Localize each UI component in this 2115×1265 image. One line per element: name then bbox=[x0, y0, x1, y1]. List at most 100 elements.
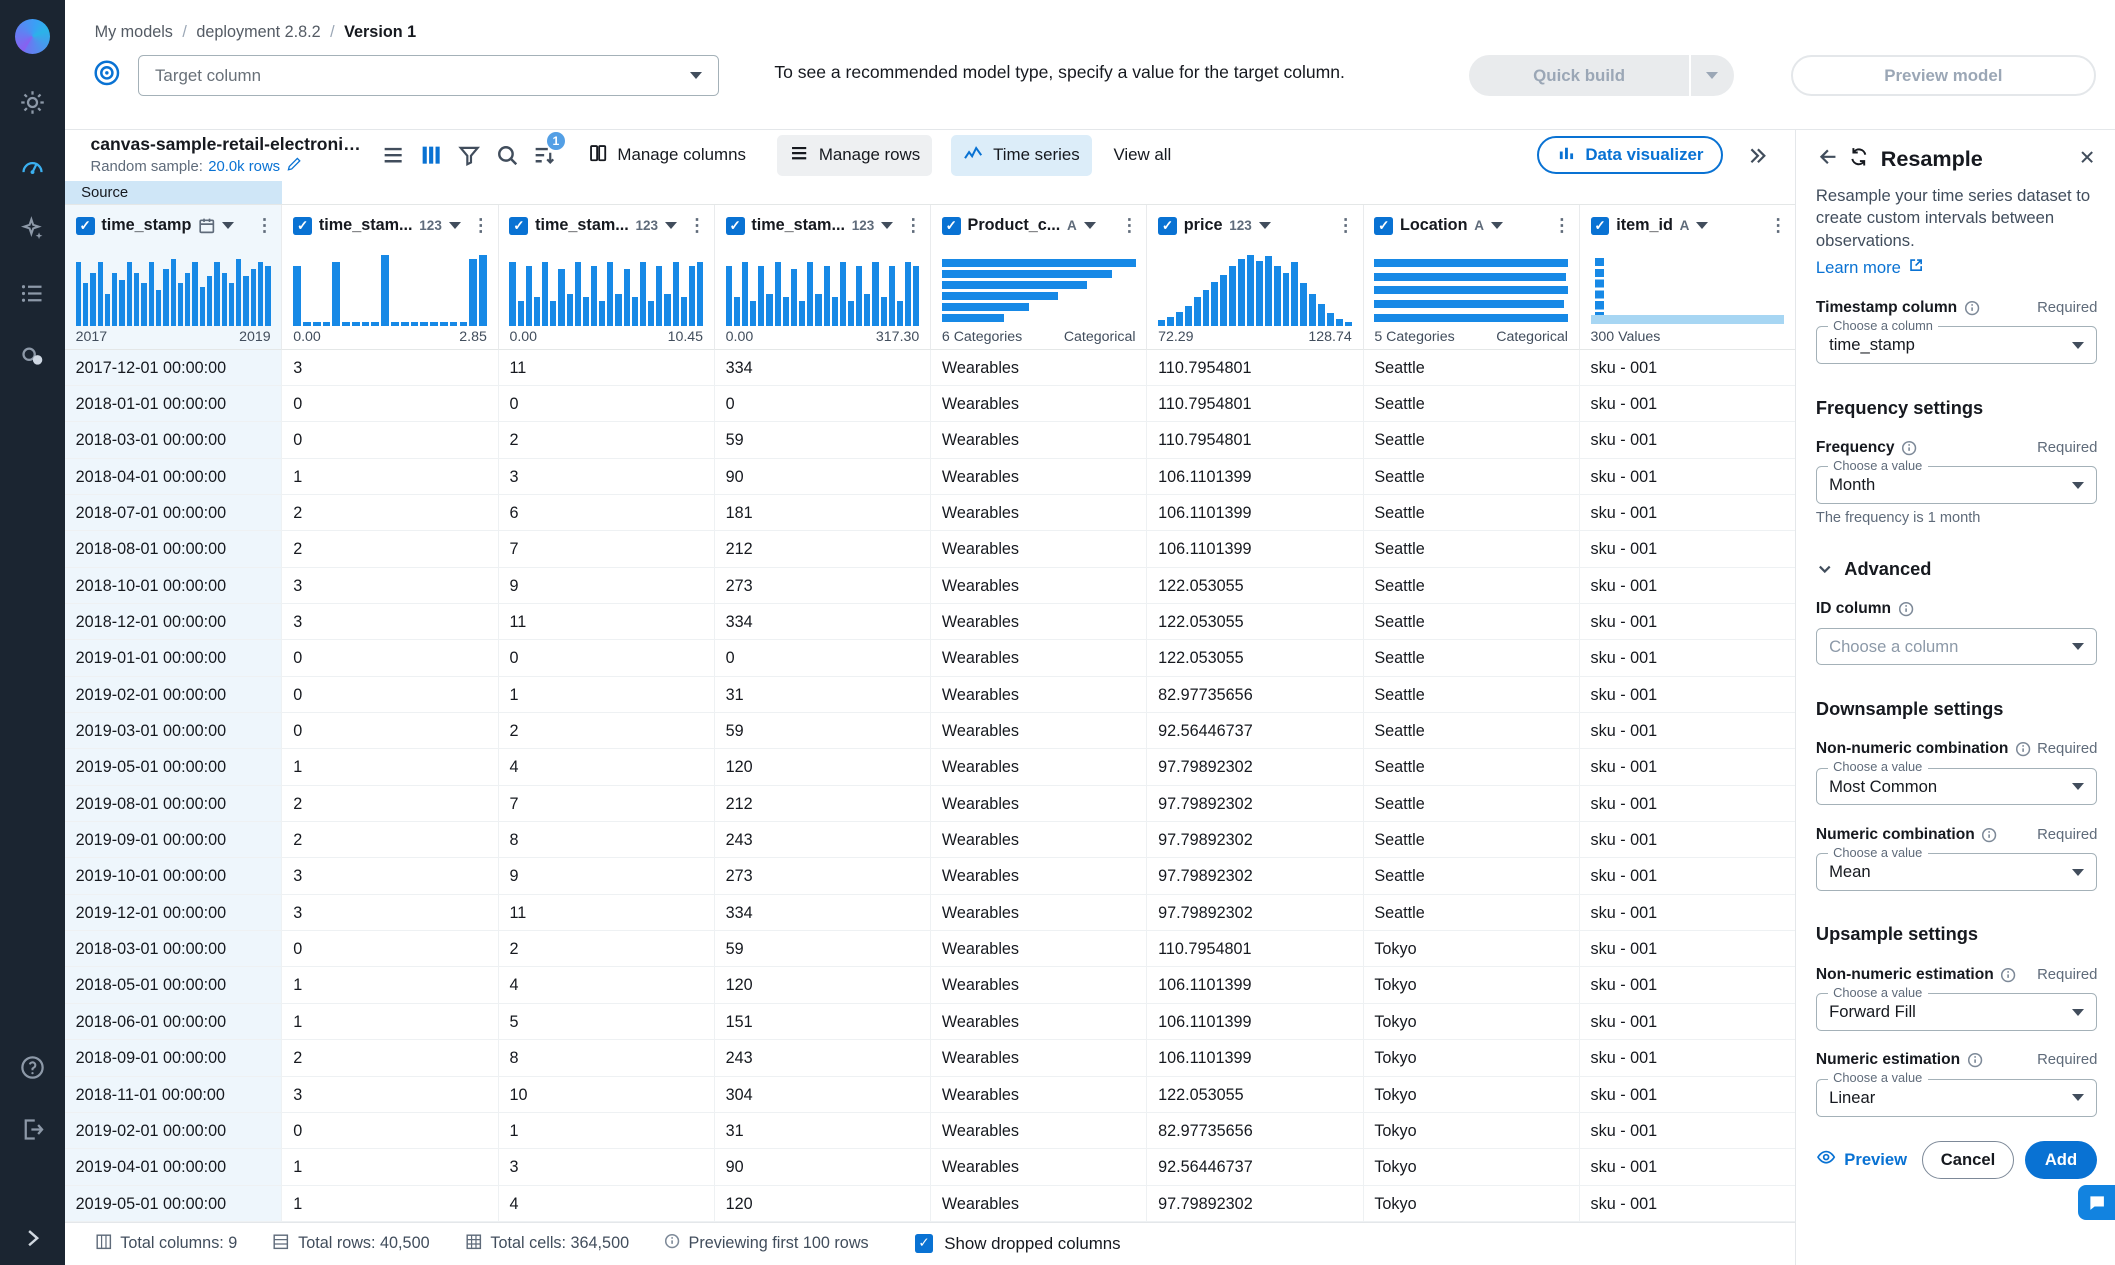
quick-build-button[interactable]: Quick build bbox=[1468, 55, 1734, 96]
column-checkbox[interactable]: ✓ bbox=[75, 216, 95, 236]
advanced-expander[interactable]: Advanced bbox=[1816, 558, 2097, 580]
quick-build-caret[interactable] bbox=[1691, 72, 1734, 80]
table-cell: 304 bbox=[714, 1076, 932, 1113]
numeric-combination-select[interactable]: Choose a value Mean bbox=[1815, 844, 2098, 891]
column-header-time-stam[interactable]: ✓ time_stam... 123 ⋮ bbox=[498, 205, 715, 247]
column-dropdown-caret[interactable] bbox=[222, 222, 235, 230]
column-checkbox[interactable]: ✓ bbox=[1158, 216, 1177, 236]
column-header-product-c[interactable]: ✓ Product_c... A ⋮ bbox=[931, 205, 1148, 247]
column-checkbox[interactable]: ✓ bbox=[725, 216, 745, 236]
table-cell: Tokyo bbox=[1363, 931, 1580, 968]
column-view-icon[interactable] bbox=[419, 143, 443, 167]
table-row: 2019-12-01 00:00:00 3 11 334 Wearables 97.798… bbox=[64, 894, 1796, 932]
circles-icon[interactable] bbox=[19, 343, 46, 370]
column-dropdown-caret[interactable] bbox=[664, 222, 677, 230]
id-column-select[interactable]: Choose a column bbox=[1815, 627, 2098, 666]
target-column-placeholder: Target column bbox=[155, 65, 261, 85]
canvas-logo-icon[interactable] bbox=[14, 18, 50, 55]
column-checkbox[interactable]: ✓ bbox=[1374, 216, 1394, 236]
cancel-button[interactable]: Cancel bbox=[1922, 1140, 2014, 1179]
column-dropdown-caret[interactable] bbox=[1083, 222, 1096, 230]
genai-sparkle-icon[interactable] bbox=[19, 216, 46, 243]
double-chevron-icon[interactable] bbox=[1745, 143, 1769, 167]
help-icon[interactable] bbox=[19, 1054, 46, 1081]
column-menu-icon[interactable]: ⋮ bbox=[1121, 215, 1139, 236]
chat-widget-button[interactable] bbox=[2078, 1185, 2115, 1221]
show-dropped-columns-checkbox[interactable]: ✓ Show dropped columns bbox=[914, 1234, 1121, 1254]
dataset-list-icon[interactable] bbox=[19, 280, 46, 307]
column-menu-icon[interactable]: ⋮ bbox=[904, 215, 922, 236]
preview-button[interactable]: Preview bbox=[1816, 1147, 1922, 1172]
manage-columns-button[interactable]: Manage columns bbox=[576, 135, 759, 176]
numeric-estimation-select[interactable]: Choose a value Linear bbox=[1815, 1070, 2098, 1117]
table-cell: 2019-10-01 00:00:00 bbox=[64, 858, 283, 895]
histogram-range-left: 0.00 bbox=[293, 329, 321, 346]
table-cell: 106.1101399 bbox=[1147, 495, 1364, 532]
filter-icon[interactable] bbox=[457, 143, 481, 167]
column-menu-icon[interactable]: ⋮ bbox=[472, 215, 490, 236]
target-column-select[interactable]: Target column bbox=[137, 55, 719, 96]
column-dropdown-caret[interactable] bbox=[881, 222, 894, 230]
column-header-item-id[interactable]: ✓ item_id A ⋮ bbox=[1579, 205, 1796, 247]
settings-gear-icon[interactable] bbox=[19, 89, 46, 116]
column-header-time-stam[interactable]: ✓ time_stam... 123 ⋮ bbox=[282, 205, 499, 247]
column-menu-icon[interactable]: ⋮ bbox=[1769, 215, 1787, 236]
table-cell: Seattle bbox=[1363, 785, 1580, 823]
close-icon[interactable] bbox=[2077, 147, 2097, 172]
column-menu-icon[interactable]: ⋮ bbox=[688, 215, 706, 236]
column-dropdown-caret[interactable] bbox=[448, 222, 461, 230]
column-dropdown-caret[interactable] bbox=[1696, 222, 1709, 230]
column-checkbox[interactable]: ✓ bbox=[293, 216, 313, 236]
edit-pencil-icon[interactable] bbox=[286, 156, 302, 176]
logout-icon[interactable] bbox=[19, 1116, 46, 1143]
target-hint: To see a recommended model type, specify… bbox=[774, 62, 1345, 83]
table-cell: sku - 001 bbox=[1579, 458, 1796, 496]
column-checkbox[interactable]: ✓ bbox=[509, 216, 529, 236]
table-cell: 0 bbox=[282, 422, 499, 459]
view-all-button[interactable]: View all bbox=[1113, 145, 1171, 165]
column-menu-icon[interactable]: ⋮ bbox=[256, 215, 274, 236]
column-menu-icon[interactable]: ⋮ bbox=[1337, 215, 1355, 236]
list-view-icon[interactable] bbox=[381, 143, 405, 167]
column-dropdown-caret[interactable] bbox=[1258, 222, 1271, 230]
data-visualizer-button[interactable]: Data visualizer bbox=[1537, 136, 1724, 175]
random-sample-value[interactable]: 20.0k rows bbox=[208, 159, 280, 175]
column-header-location[interactable]: ✓ Location A ⋮ bbox=[1363, 205, 1580, 247]
search-icon[interactable] bbox=[495, 143, 519, 167]
manage-rows-button[interactable]: Manage rows bbox=[776, 134, 933, 177]
breadcrumb-my-models[interactable]: My models bbox=[95, 23, 173, 42]
table-cell: 2018-10-01 00:00:00 bbox=[64, 567, 283, 605]
my-models-icon[interactable] bbox=[19, 153, 46, 180]
table-cell: 11 bbox=[498, 894, 715, 932]
column-dropdown-caret[interactable] bbox=[1490, 222, 1503, 230]
back-arrow-icon[interactable] bbox=[1816, 146, 1838, 173]
panel-description: Resample your time series dataset to cre… bbox=[1815, 185, 2091, 250]
info-icon bbox=[2001, 967, 2016, 982]
non-numeric-combination-select[interactable]: Choose a value Most Common bbox=[1815, 759, 2098, 806]
table-cell: sku - 001 bbox=[1579, 931, 1796, 968]
add-button[interactable]: Add bbox=[2024, 1140, 2098, 1179]
table-row: 2018-07-01 00:00:00 2 6 181 Wearables 106.110… bbox=[64, 495, 1796, 532]
time-series-button[interactable]: Time series bbox=[951, 134, 1092, 177]
table-cell: 106.1101399 bbox=[1147, 531, 1364, 568]
column-menu-icon[interactable]: ⋮ bbox=[1553, 215, 1571, 236]
breadcrumb-deployment[interactable]: deployment 2.8.2 bbox=[196, 23, 320, 42]
table-cell: 59 bbox=[714, 931, 932, 968]
timestamp-column-select[interactable]: Choose a column time_stamp bbox=[1815, 317, 2098, 365]
preview-model-button[interactable]: Preview model bbox=[1790, 55, 2097, 96]
sort-icon[interactable]: 1 bbox=[532, 132, 565, 167]
tab-source[interactable]: Source bbox=[64, 181, 283, 205]
learn-more-link[interactable]: Learn more bbox=[1816, 257, 2097, 278]
column-header-time-stam[interactable]: ✓ time_stam... 123 ⋮ bbox=[714, 205, 932, 247]
column-header-price[interactable]: ✓ price 123 ⋮ bbox=[1147, 205, 1364, 247]
table-cell: Wearables bbox=[931, 749, 1148, 786]
table-header-row: ✓ time_stamp ⋮ ✓ time_stam... 123 ⋮ ✓ time_stam.… bbox=[64, 205, 1796, 247]
column-header-time-stamp[interactable]: ✓ time_stamp ⋮ bbox=[64, 205, 283, 247]
column-checkbox[interactable]: ✓ bbox=[941, 216, 961, 236]
expand-sidebar-icon[interactable] bbox=[19, 1224, 46, 1251]
frequency-select[interactable]: Choose a value Month bbox=[1815, 457, 2098, 505]
table-cell: Seattle bbox=[1363, 604, 1580, 641]
non-numeric-estimation-select[interactable]: Choose a value Forward Fill bbox=[1815, 984, 2098, 1031]
column-checkbox[interactable]: ✓ bbox=[1590, 216, 1610, 236]
checkbox-checked-icon[interactable]: ✓ bbox=[914, 1234, 934, 1254]
